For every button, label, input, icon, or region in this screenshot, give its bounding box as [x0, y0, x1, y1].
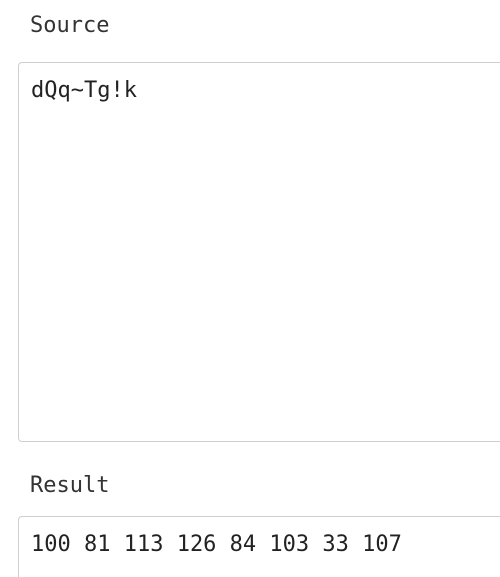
- result-label: Result: [30, 473, 110, 498]
- source-label: Source: [30, 13, 110, 38]
- source-textarea[interactable]: dQq~Tg!k: [18, 62, 500, 442]
- result-output[interactable]: 100 81 113 126 84 103 33 107: [18, 516, 500, 577]
